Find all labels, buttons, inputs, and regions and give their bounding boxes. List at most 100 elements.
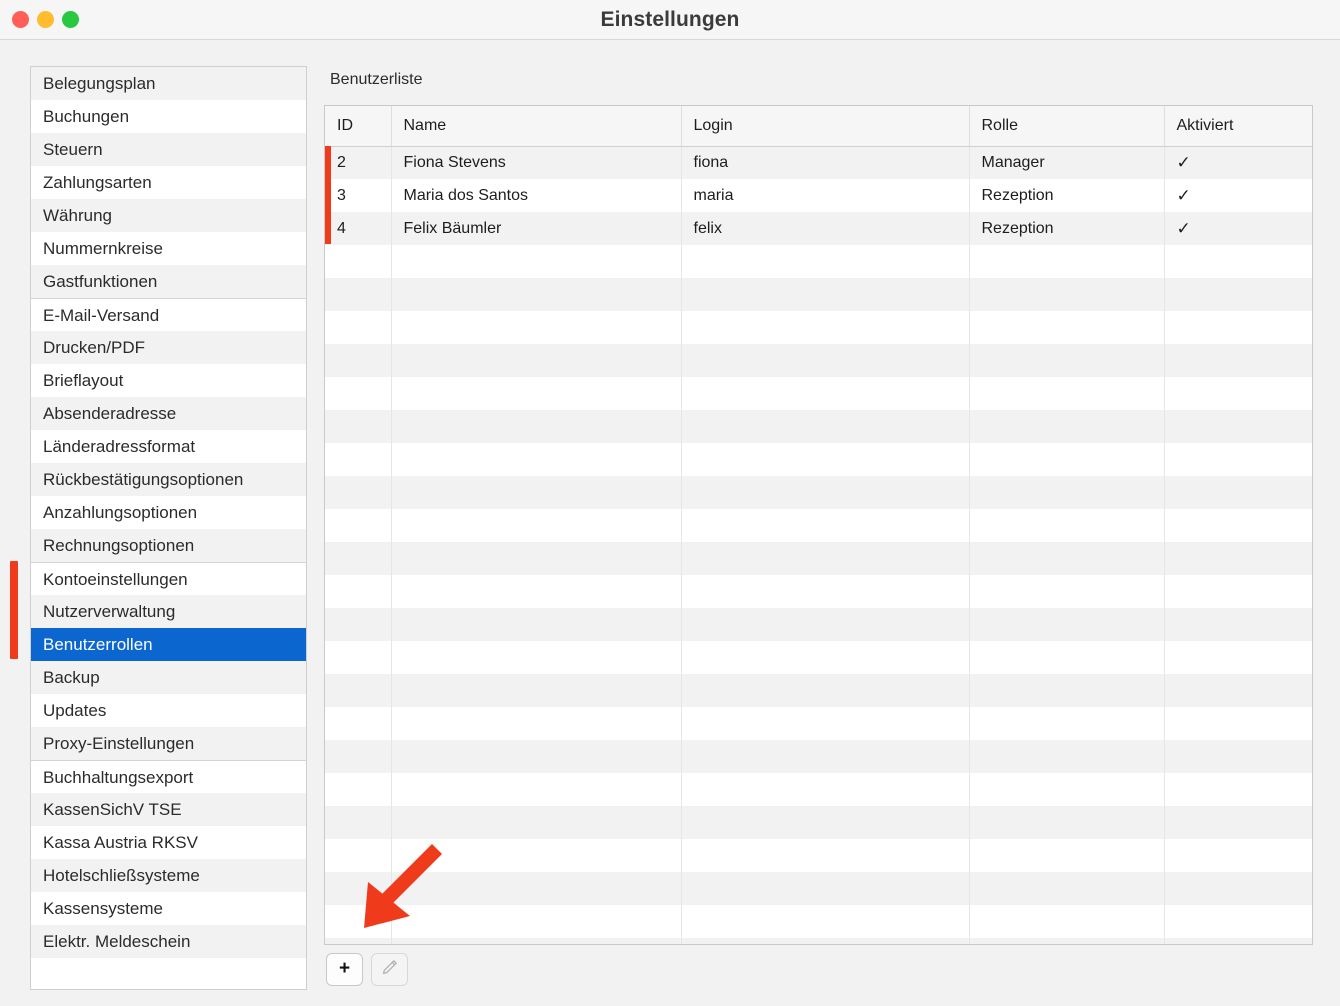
column-header-login[interactable]: Login <box>681 106 970 147</box>
column-header-id[interactable]: ID <box>325 106 392 147</box>
sidebar-item-kassensysteme[interactable]: Kassensysteme <box>31 892 306 925</box>
table-row[interactable]: 3 Maria dos Santos maria Rezeption ✓ <box>325 179 1312 212</box>
table-row-empty[interactable] <box>325 377 1312 410</box>
table-row-empty[interactable] <box>325 542 1312 575</box>
column-header-name[interactable]: Name <box>391 106 682 147</box>
cell-empty <box>325 872 392 905</box>
table-row-empty[interactable] <box>325 740 1312 773</box>
sidebar-empty-space <box>31 958 306 989</box>
cell-empty <box>391 905 682 938</box>
sidebar-item-buchhaltungsexport[interactable]: Buchhaltungsexport <box>31 760 306 793</box>
settings-sidebar[interactable]: Belegungsplan Buchungen Steuern Zahlungsart… <box>30 66 307 990</box>
cell-empty <box>681 410 970 443</box>
sidebar-item-zahlungsarten[interactable]: Zahlungsarten <box>31 166 306 199</box>
cell-empty <box>391 311 682 344</box>
add-user-button[interactable]: + <box>326 953 363 986</box>
sidebar-item-buchungen[interactable]: Buchungen <box>31 100 306 133</box>
user-list-table[interactable]: ID Name Login Rolle Aktiviert 2 Fiona Stevens… <box>325 106 1312 944</box>
table-row-empty[interactable] <box>325 575 1312 608</box>
table-row-empty[interactable] <box>325 344 1312 377</box>
table-toolbar[interactable]: + <box>326 953 408 986</box>
cell-empty <box>969 608 1165 641</box>
sidebar-item-laenderadressformat[interactable]: Länderadressformat <box>31 430 306 463</box>
sidebar-item-drucken-pdf[interactable]: Drucken/PDF <box>31 331 306 364</box>
cell-empty <box>1164 839 1312 872</box>
table-row-empty[interactable] <box>325 707 1312 740</box>
sidebar-item-gastfunktionen[interactable]: Gastfunktionen <box>31 265 306 298</box>
table-row-empty[interactable] <box>325 905 1312 938</box>
table-header-row[interactable]: ID Name Login Rolle Aktiviert <box>325 106 1312 147</box>
cell-empty <box>1164 377 1312 410</box>
user-list-table-container[interactable]: ID Name Login Rolle Aktiviert 2 Fiona Stevens… <box>324 105 1313 945</box>
annotation-marker-sidebar <box>10 561 18 659</box>
sidebar-item-elektr-meldeschein[interactable]: Elektr. Meldeschein <box>31 925 306 958</box>
sidebar-item-nutzerverwaltung[interactable]: Nutzerverwaltung <box>31 595 306 628</box>
cell-enabled: ✓ <box>1164 179 1312 212</box>
table-row-empty[interactable] <box>325 608 1312 641</box>
sidebar-item-rueckbestaetigungsoptionen[interactable]: Rückbestätigungsoptionen <box>31 463 306 496</box>
sidebar-item-absenderadresse[interactable]: Absenderadresse <box>31 397 306 430</box>
sidebar-item-updates[interactable]: Updates <box>31 694 306 727</box>
sidebar-item-rechnungsoptionen[interactable]: Rechnungsoptionen <box>31 529 306 562</box>
sidebar-item-benutzerrollen[interactable]: Benutzerrollen <box>31 628 306 661</box>
table-row-empty[interactable] <box>325 509 1312 542</box>
edit-user-button[interactable] <box>371 953 408 986</box>
table-row-empty[interactable] <box>325 839 1312 872</box>
cell-empty <box>1164 344 1312 377</box>
column-header-rolle[interactable]: Rolle <box>969 106 1165 147</box>
table-row-empty[interactable] <box>325 476 1312 509</box>
sidebar-item-kassensichv-tse[interactable]: KassenSichV TSE <box>31 793 306 826</box>
table-row-empty[interactable] <box>325 410 1312 443</box>
cell-role: Rezeption <box>969 179 1165 212</box>
sidebar-item-proxy-einstellungen[interactable]: Proxy-Einstellungen <box>31 727 306 760</box>
table-row-empty[interactable] <box>325 311 1312 344</box>
table-row-empty[interactable] <box>325 674 1312 707</box>
sidebar-item-anzahlungsoptionen[interactable]: Anzahlungsoptionen <box>31 496 306 529</box>
table-row-empty[interactable] <box>325 245 1312 278</box>
column-header-aktiviert[interactable]: Aktiviert <box>1164 106 1312 147</box>
table-row-empty[interactable] <box>325 938 1312 944</box>
sidebar-item-hotelschliesssysteme[interactable]: Hotelschließsysteme <box>31 859 306 892</box>
cell-empty <box>391 377 682 410</box>
plus-icon: + <box>338 958 351 979</box>
table-row-empty[interactable] <box>325 443 1312 476</box>
cell-empty <box>325 245 392 278</box>
cell-empty <box>325 740 392 773</box>
cell-empty <box>391 476 682 509</box>
table-row[interactable]: 4 Felix Bäumler felix Rezeption ✓ <box>325 212 1312 245</box>
table-body[interactable]: 2 Fiona Stevens fiona Manager ✓ 3 Maria dos Sa… <box>325 146 1312 944</box>
table-row-empty[interactable] <box>325 872 1312 905</box>
cell-empty <box>391 740 682 773</box>
cell-empty <box>391 344 682 377</box>
sidebar-item-nummernkreise[interactable]: Nummernkreise <box>31 232 306 265</box>
cell-empty <box>325 707 392 740</box>
table-row-empty[interactable] <box>325 773 1312 806</box>
cell-id: 4 <box>325 212 392 245</box>
cell-empty <box>969 773 1165 806</box>
cell-empty <box>969 707 1165 740</box>
cell-login: fiona <box>681 146 970 179</box>
sidebar-item-waehrung[interactable]: Währung <box>31 199 306 232</box>
cell-empty <box>325 773 392 806</box>
cell-empty <box>969 938 1165 944</box>
cell-empty <box>1164 443 1312 476</box>
table-row[interactable]: 2 Fiona Stevens fiona Manager ✓ <box>325 146 1312 179</box>
sidebar-item-brieflayout[interactable]: Brieflayout <box>31 364 306 397</box>
cell-empty <box>391 542 682 575</box>
cell-empty <box>325 443 392 476</box>
table-row-empty[interactable] <box>325 278 1312 311</box>
table-row-empty[interactable] <box>325 806 1312 839</box>
sidebar-item-steuern[interactable]: Steuern <box>31 133 306 166</box>
cell-id: 3 <box>325 179 392 212</box>
sidebar-item-belegungsplan[interactable]: Belegungsplan <box>31 67 306 100</box>
sidebar-item-kassa-austria-rksv[interactable]: Kassa Austria RKSV <box>31 826 306 859</box>
sidebar-item-kontoeinstellungen[interactable]: Kontoeinstellungen <box>31 562 306 595</box>
cell-empty <box>325 410 392 443</box>
sidebar-item-backup[interactable]: Backup <box>31 661 306 694</box>
sidebar-item-e-mail-versand[interactable]: E-Mail-Versand <box>31 298 306 331</box>
annotation-marker-rows <box>325 146 331 244</box>
sidebar-item-list[interactable]: Belegungsplan Buchungen Steuern Zahlungsart… <box>31 67 306 958</box>
cell-empty <box>1164 707 1312 740</box>
table-row-empty[interactable] <box>325 641 1312 674</box>
cell-empty <box>1164 905 1312 938</box>
